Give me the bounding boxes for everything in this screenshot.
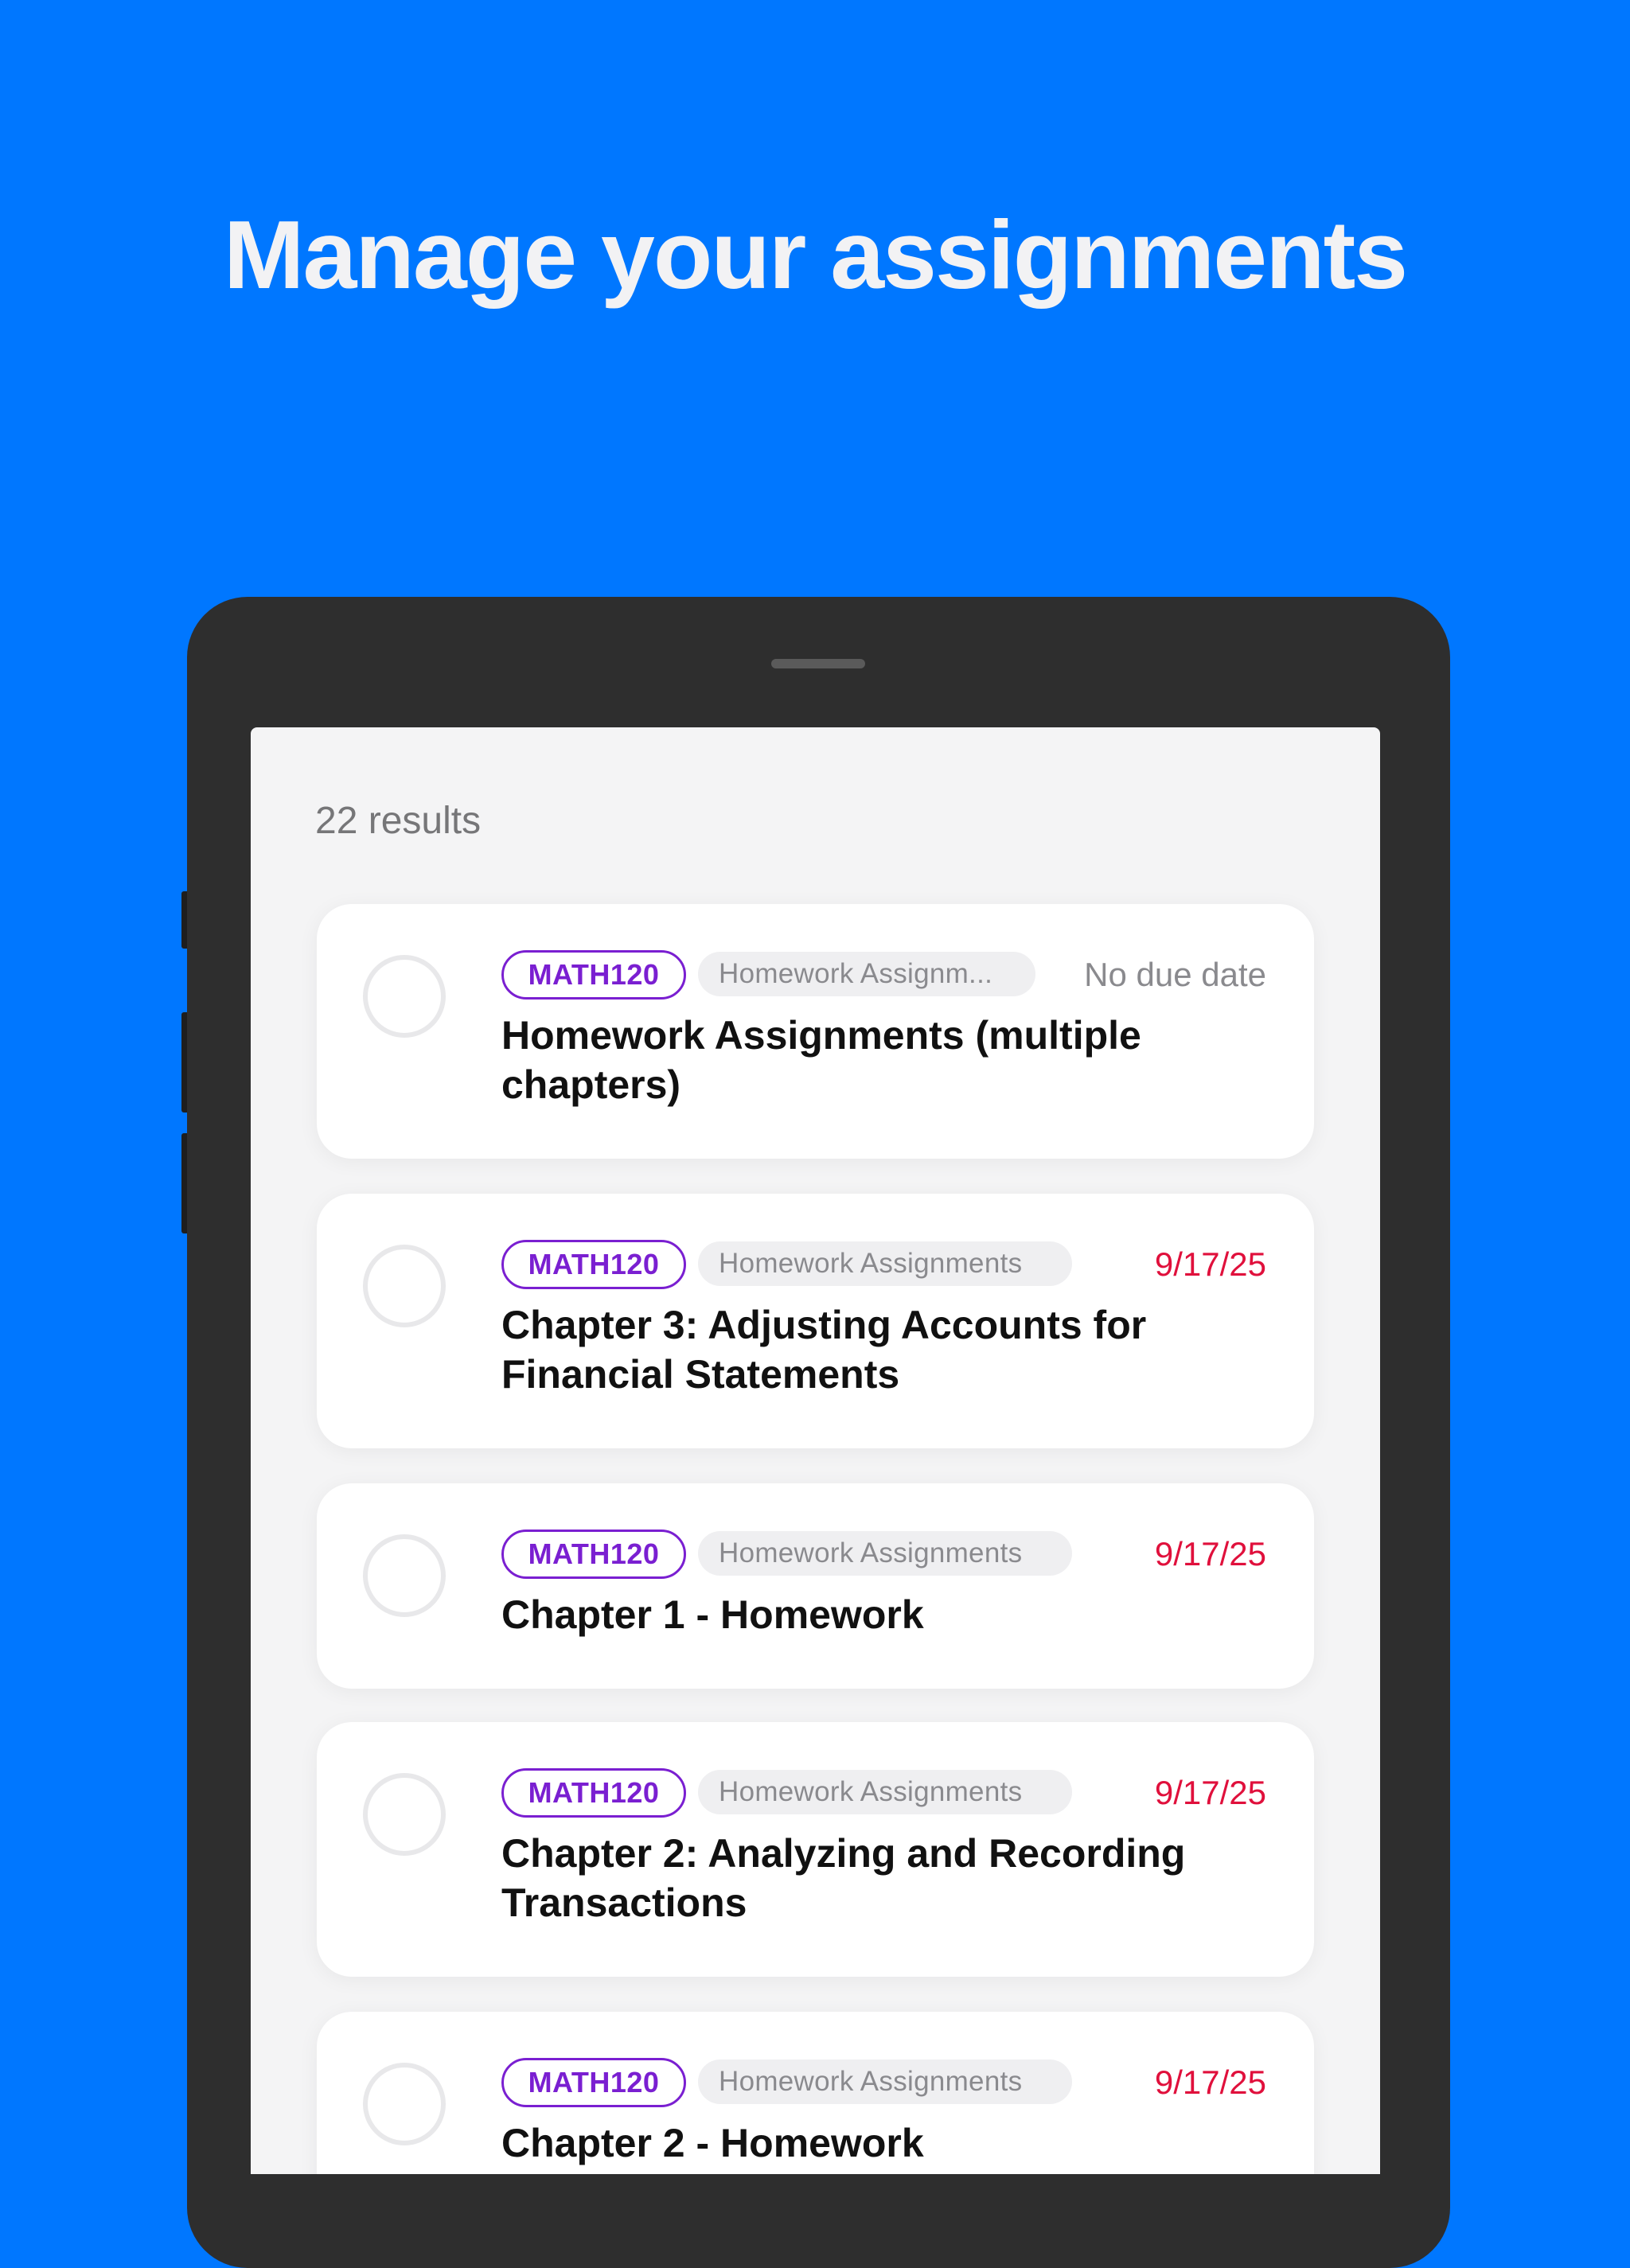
course-chip: MATH120 — [501, 950, 686, 1000]
category-chip: Homework Assignments — [698, 1531, 1072, 1576]
sheet-grabber[interactable] — [771, 659, 865, 668]
complete-toggle[interactable] — [363, 955, 446, 1038]
assignment-title: Chapter 2: Analyzing and Recording Trans… — [501, 1831, 1186, 1925]
due-date: 9/17/25 — [1154, 1774, 1266, 1811]
category-chip: Homework Assignments — [698, 1241, 1072, 1286]
due-date: 9/17/25 — [1154, 1535, 1266, 1572]
complete-toggle[interactable] — [363, 1534, 446, 1617]
headline: Manage your assignments — [223, 201, 1408, 309]
assignment-title: Homework Assignments (multiple chapters) — [501, 1013, 1141, 1107]
assignment-title: Chapter 3: Adjusting Accounts for Financ… — [501, 1303, 1147, 1397]
assignments-screen: 22 results MATH120 Homework Assignm... N… — [251, 727, 1380, 2174]
category-chip: Homework Assignm... — [698, 952, 1035, 996]
course-chip: MATH120 — [501, 1240, 686, 1289]
assignment-card[interactable]: MATH120 Homework Assignments 9/17/25 Cha… — [317, 1483, 1314, 1689]
category-chip: Homework Assignments — [698, 1770, 1072, 1814]
assignment-card[interactable]: MATH120 Homework Assignments 9/17/25 Cha… — [317, 1194, 1314, 1448]
course-chip: MATH120 — [501, 1768, 686, 1818]
due-date: No due date — [1084, 956, 1266, 993]
due-date: 9/17/25 — [1154, 1245, 1266, 1283]
assignment-title: Chapter 2 - Homework — [501, 2121, 924, 2165]
assignment-card[interactable]: MATH120 Homework Assignm... No due date … — [317, 904, 1314, 1159]
assignment-card[interactable]: MATH120 Homework Assignments 9/17/25 Cha… — [317, 2012, 1314, 2174]
assignment-title: Chapter 1 - Homework — [501, 1592, 924, 1637]
category-chip: Homework Assignments — [698, 2060, 1072, 2104]
course-chip: MATH120 — [501, 1530, 686, 1579]
complete-toggle[interactable] — [363, 2063, 446, 2145]
complete-toggle[interactable] — [363, 1773, 446, 1856]
results-count: 22 results — [315, 800, 482, 842]
due-date: 9/17/25 — [1154, 2063, 1266, 2101]
course-chip: MATH120 — [501, 2058, 686, 2107]
complete-toggle[interactable] — [363, 1245, 446, 1327]
assignment-card[interactable]: MATH120 Homework Assignments 9/17/25 Cha… — [317, 1722, 1314, 1977]
